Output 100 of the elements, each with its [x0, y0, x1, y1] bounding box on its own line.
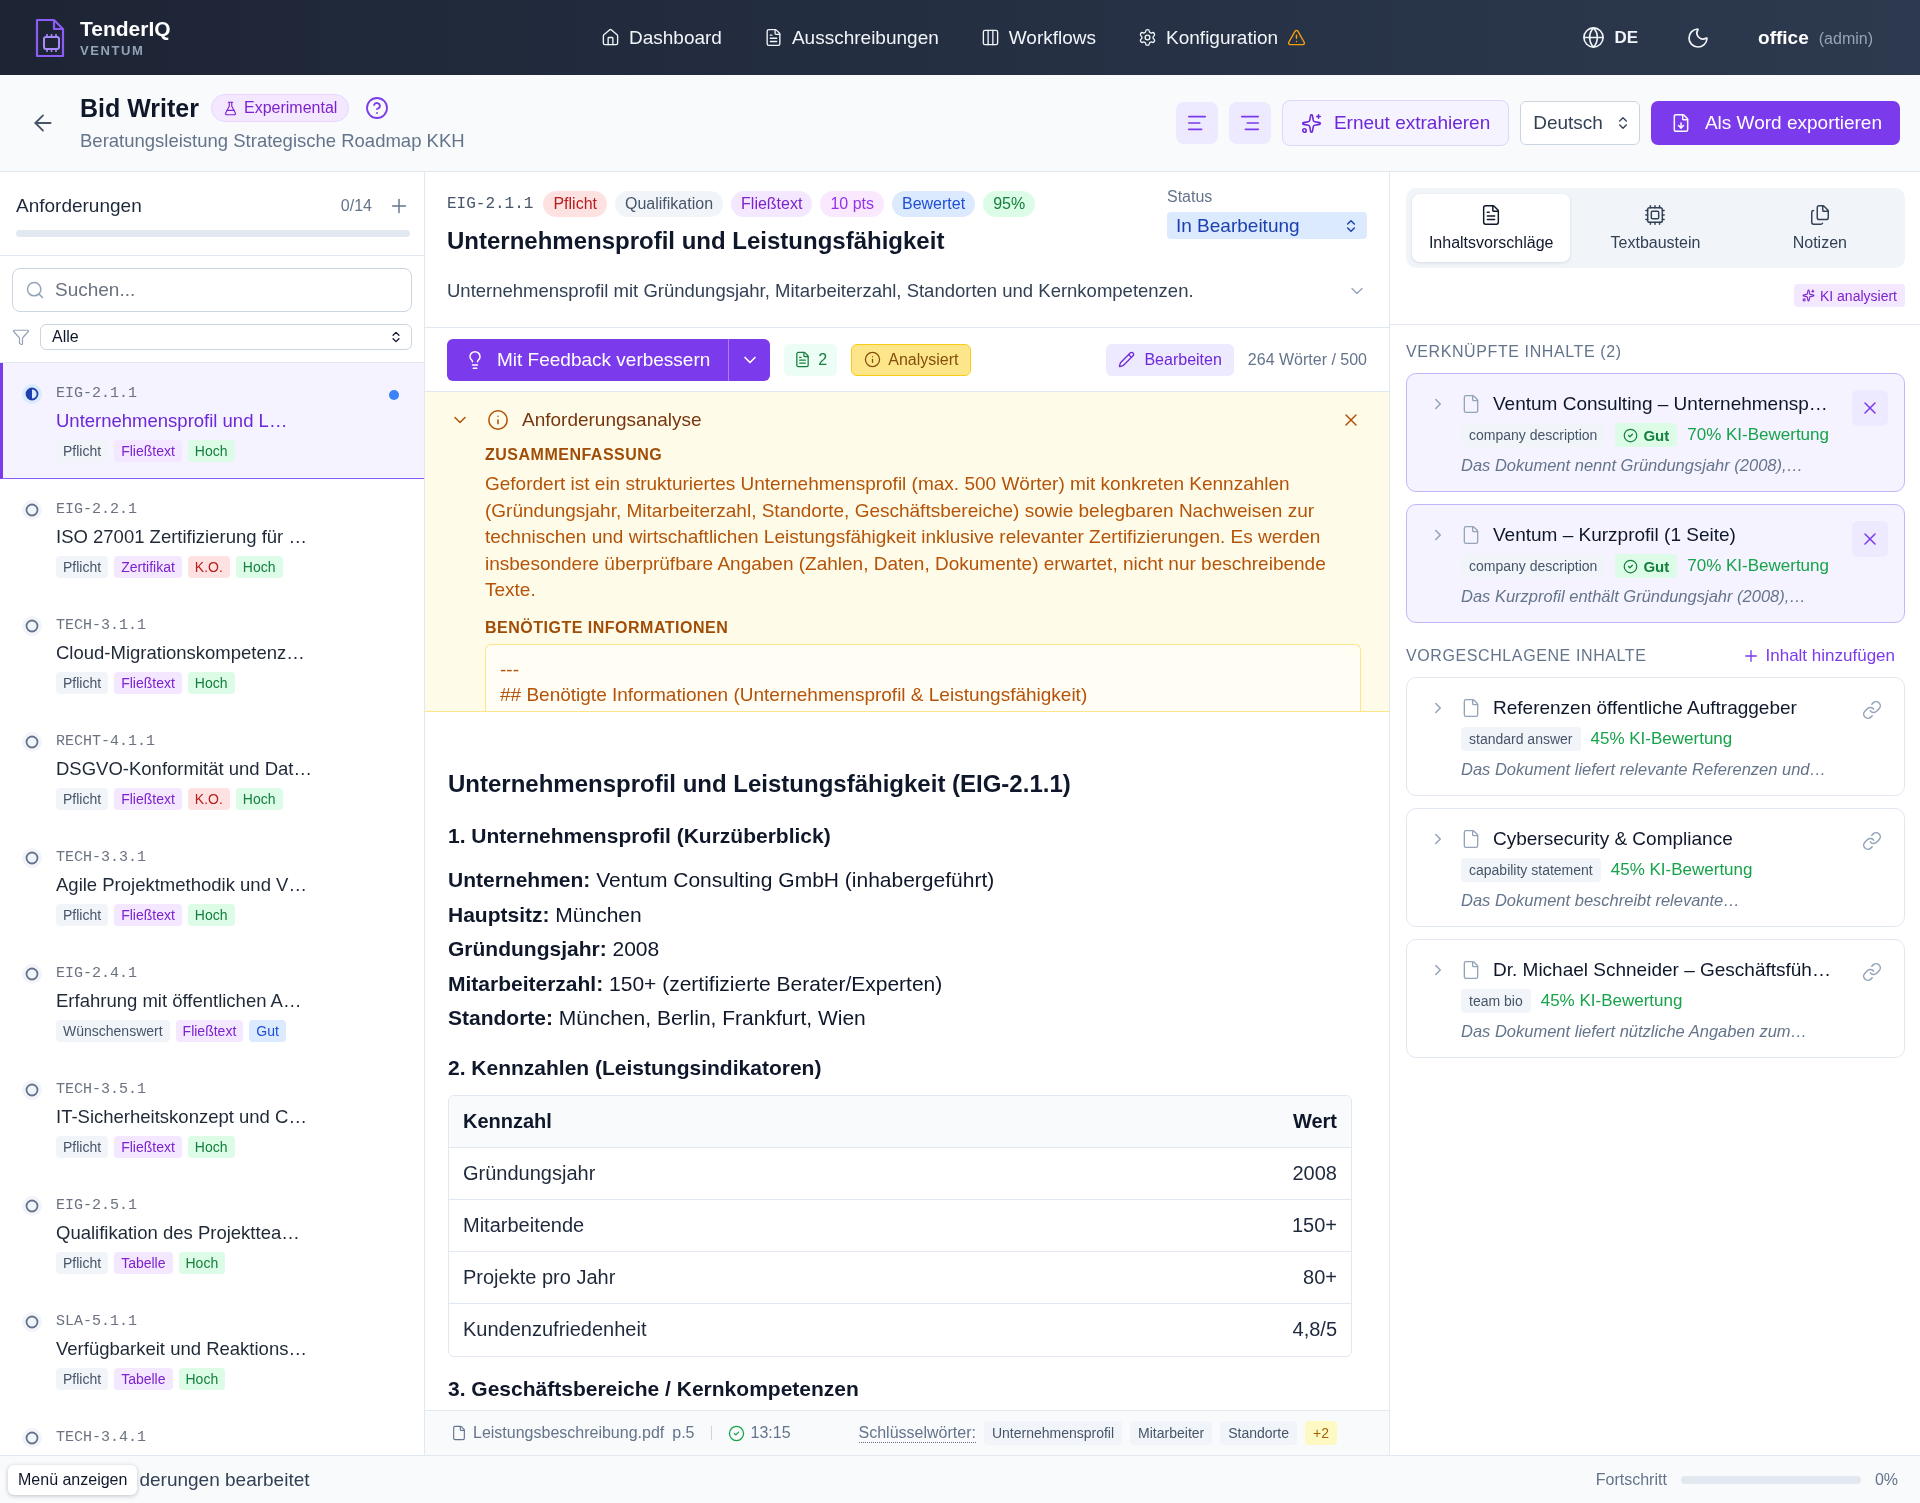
requirement-item[interactable]: EIG-2.1.1 Unternehmensprofil und L… Pflicht Fließtext Hoch: [0, 363, 424, 479]
ai-score: 45% KI-Bewertung: [1610, 860, 1753, 880]
check-circle-icon: [727, 1424, 745, 1442]
analysis-button[interactable]: Analysiert: [851, 343, 972, 376]
suggested-content-card[interactable]: Cybersecurity & Compliance capability statement 45% KI-Bewertung Das Dokument beschreibt relevante…: [1406, 808, 1905, 927]
tab[interactable]: Textbaustein: [1576, 194, 1735, 262]
document-icon: [763, 28, 783, 47]
table-cell: Projekte pro Jahr: [449, 1251, 1120, 1304]
logo-icon: [34, 17, 66, 58]
tag: Hoch: [187, 440, 235, 462]
check-circle-icon: [1623, 558, 1639, 574]
document-icon: [1461, 829, 1481, 849]
align-right-button[interactable]: [1228, 102, 1271, 144]
table-cell: 150+: [1119, 1199, 1351, 1252]
page-title: Bid Writer: [80, 93, 199, 123]
content-type-tag: standard answer: [1461, 727, 1581, 751]
tag: K.O.: [187, 788, 230, 810]
table-cell: 4,8/5: [1119, 1303, 1351, 1356]
tag: Fließtext: [175, 1020, 244, 1042]
sources-button[interactable]: 2: [784, 343, 838, 376]
info-icon: [864, 351, 882, 368]
suggested-content-card[interactable]: Referenzen öffentliche Auftraggeber standard answer 45% KI-Bewertung Das Dokument liefert relevante Referenzen und…: [1406, 677, 1905, 796]
export-button[interactable]: Als Word exportieren: [1650, 101, 1900, 145]
link-icon[interactable]: [1862, 831, 1882, 851]
content-title: Ventum Consulting – Unternehmensp…: [1493, 393, 1828, 415]
page-number: p.5: [672, 1424, 695, 1442]
content-title: Referenzen öffentliche Auftraggeber: [1493, 697, 1797, 719]
remove-button[interactable]: [1852, 521, 1888, 557]
section-heading: 1. Unternehmensprofil (Kurzüberblick): [448, 823, 832, 849]
table-cell: Gründungsjahr: [449, 1147, 1120, 1200]
nav-link[interactable]: Dashboard: [601, 26, 722, 49]
sparkles-icon: [1801, 289, 1815, 302]
tag: K.O.: [187, 556, 230, 578]
document-icon: [451, 1425, 467, 1441]
tag: Pflicht: [543, 191, 607, 217]
tag: Hoch: [187, 904, 235, 926]
keyword-tag: Mitarbeiter: [1130, 1421, 1213, 1445]
help-icon[interactable]: [365, 96, 390, 120]
progress-percent: 0%: [1874, 1470, 1898, 1489]
content-summary: Das Dokument beschreibt relevante…: [1461, 890, 1741, 911]
tag: Hoch: [178, 1368, 226, 1390]
content-summary: Das Dokument nennt Gründungsjahr (2008),…: [1461, 455, 1805, 476]
tag: Pflicht: [56, 440, 109, 462]
brand-name: TenderIQ: [80, 17, 171, 41]
tag: Zertifikat: [114, 556, 182, 578]
requirement-id: SLA-5.1.1: [56, 1312, 138, 1332]
brand-subtitle: VENTUM: [80, 43, 146, 58]
link-icon[interactable]: [1862, 962, 1882, 982]
requirement-id: EIG-2.5.1: [56, 1196, 138, 1216]
moon-icon[interactable]: [1686, 25, 1711, 50]
requirement-count: 0/14: [340, 197, 372, 215]
linked-content-card[interactable]: Ventum – Kurzprofil (1 Seite) company description Gut 70% KI-Bewertung Das Kurzprofil enthält Gründungsjahr (2008),…: [1406, 504, 1905, 623]
tag: Hoch: [187, 672, 235, 694]
nav-link[interactable]: Konfiguration: [1138, 26, 1306, 49]
tag: Hoch: [187, 1136, 235, 1158]
tag: Fließtext: [114, 904, 182, 926]
document-line: Hauptsitz: München: [448, 901, 643, 928]
suggested-content-card[interactable]: Dr. Michael Schneider – Geschäftsfüh… team bio 45% KI-Bewertung Das Dokument liefert nützliche Angaben zum…: [1406, 939, 1905, 1058]
ai-analysed-label: KI analysiert: [1819, 287, 1897, 304]
tag: Fließtext: [114, 672, 182, 694]
tag: 95%: [983, 191, 1036, 217]
rating-label: Gut: [1643, 557, 1670, 575]
section-heading: ZUSAMMENFASSUNG: [485, 445, 664, 465]
search-field[interactable]: Suchen...: [12, 268, 412, 312]
language-select[interactable]: Deutsch: [1520, 101, 1640, 145]
linked-content-card[interactable]: Ventum Consulting – Unternehmensp… company description Gut 70% KI-Bewertung Das Dokument nennt Gründungsjahr (2008),…: [1406, 373, 1905, 492]
source-file-link[interactable]: Leistungsbeschreibung.pdf: [473, 1424, 665, 1442]
tab[interactable]: Inhaltsvorschläge: [1412, 194, 1571, 262]
check-circle-icon: [1623, 427, 1639, 443]
requirement-id: EIG-2.4.1: [56, 964, 138, 984]
content-summary: Das Dokument liefert relevante Referenzen und…: [1461, 759, 1828, 780]
language-button[interactable]: DE: [1582, 26, 1639, 49]
remove-button[interactable]: [1852, 390, 1888, 426]
settings-icon: [1138, 28, 1158, 47]
info-icon: [487, 409, 509, 431]
document-icon: [1461, 394, 1481, 414]
content-title: Ventum – Kurzprofil (1 Seite): [1493, 524, 1736, 546]
tab[interactable]: Notizen: [1740, 194, 1899, 262]
reextract-button[interactable]: Erneut extrahieren: [1281, 100, 1510, 146]
word-count: 264 Wörter / 500: [1247, 350, 1367, 369]
tag: Hoch: [235, 788, 283, 810]
document-title: Unternehmensprofil und Leistungsfähigkeit (EIG-2.1.1): [448, 769, 1072, 799]
dropdown-button[interactable]: [728, 338, 771, 381]
user-menu-button[interactable]: office (admin): [1758, 26, 1873, 49]
link-icon[interactable]: [1862, 700, 1882, 720]
filter-icon: [12, 328, 30, 346]
improve-button[interactable]: Mit Feedback verbessern: [447, 338, 729, 381]
add-content-button[interactable]: Inhalt hinzufügen: [1741, 646, 1905, 666]
nav-link[interactable]: Workflows: [980, 26, 1097, 49]
section-heading: BENÖTIGTE INFORMATIONEN: [485, 617, 730, 638]
requirement-title: Cloud-Migrationskompetenz…: [56, 641, 306, 665]
requirement-title: ISO 27001 Zertifizierung für …: [56, 525, 308, 549]
filter-select[interactable]: Alle: [40, 324, 412, 350]
requirement-id: TECH-3.4.1: [56, 1428, 147, 1448]
edit-button[interactable]: Bearbeiten: [1106, 343, 1234, 376]
nav-link[interactable]: Ausschreibungen: [763, 26, 939, 49]
status-select[interactable]: In Bearbeitung: [1167, 212, 1367, 239]
progress-label: Fortschritt: [1595, 1470, 1667, 1489]
align-left-button[interactable]: [1175, 102, 1218, 144]
requirement-id: EIG-2.1.1: [447, 195, 534, 213]
